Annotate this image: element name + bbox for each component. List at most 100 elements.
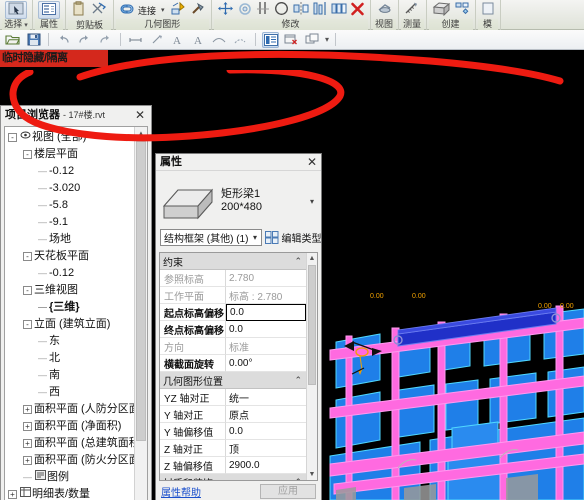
create-part-icon[interactable] <box>454 1 470 19</box>
property-value[interactable]: 标高 : 2.780 <box>226 287 306 304</box>
open-icon[interactable] <box>4 32 21 48</box>
property-row[interactable]: Y 轴对正 原点 <box>160 406 306 423</box>
tree-item[interactable]: + 明细表/数量 <box>5 486 134 500</box>
property-row[interactable]: 横截面旋转 0.00° <box>160 355 306 372</box>
expand-icon[interactable]: + <box>23 422 32 431</box>
dimension-label[interactable]: 0.00 <box>412 293 426 300</box>
type-selector-combobox[interactable]: 结构框架 (其他) (1) ▾ <box>160 229 263 246</box>
property-row[interactable]: 起点标高偏移 0.0 <box>160 304 306 321</box>
array-icon[interactable] <box>331 1 347 19</box>
callout-icon[interactable] <box>232 32 249 48</box>
property-value[interactable]: 标准 <box>226 338 306 355</box>
tree-item[interactable]: — -0.12 <box>5 163 134 180</box>
collapse-section-icon[interactable]: ⌃ <box>294 375 302 386</box>
property-row[interactable]: Y 轴偏移值 0.0 <box>160 423 306 440</box>
properties-section-header[interactable]: 材质和装饰 ⌃ <box>160 474 306 481</box>
dimension-label[interactable]: 0.00 <box>560 303 574 310</box>
tree-item[interactable]: — 图例 <box>5 469 134 486</box>
scroll-down-icon[interactable]: ▼ <box>307 469 317 480</box>
collapse-icon[interactable]: - <box>23 320 32 329</box>
expand-icon[interactable]: + <box>8 490 17 499</box>
apply-button[interactable]: 应用 <box>260 484 316 499</box>
dimension-label[interactable]: 0.00 <box>370 293 384 300</box>
temporary-hide-isolate-banner[interactable]: 临时隐藏/隔离 <box>0 50 108 67</box>
scrollbar-thumb[interactable] <box>308 265 316 385</box>
split-icon[interactable] <box>171 1 187 19</box>
expand-icon[interactable]: + <box>23 405 32 414</box>
property-value[interactable]: 0.0 <box>226 321 306 338</box>
property-row[interactable]: YZ 轴对正 统一 <box>160 389 306 406</box>
chevron-down-icon[interactable]: ▾ <box>24 22 28 29</box>
keynote-icon[interactable]: A <box>190 32 207 48</box>
model-icon[interactable] <box>481 1 495 19</box>
properties-scrollbar[interactable]: ▲ ▼ <box>306 253 317 480</box>
property-row[interactable]: 工作平面 标高 : 2.780 <box>160 287 306 304</box>
property-row[interactable]: Z 轴偏移值 2900.0 <box>160 457 306 474</box>
tree-item[interactable]: — {三维} <box>5 299 134 316</box>
chevron-down-icon[interactable]: ▾ <box>248 233 261 242</box>
tree-item[interactable]: — 北 <box>5 350 134 367</box>
dimension-label[interactable]: 0.00 <box>538 303 552 310</box>
property-value[interactable]: 2.780 <box>226 270 306 287</box>
close-icon[interactable]: ✕ <box>307 154 317 171</box>
tree-item[interactable]: - 立面 (建筑立面) <box>5 316 134 333</box>
property-row[interactable]: Z 轴对正顶 <box>160 440 306 457</box>
tree-item[interactable]: - 视图 (全部) <box>5 129 134 146</box>
property-row[interactable]: 方向 标准 <box>160 338 306 355</box>
save-icon[interactable] <box>25 32 42 48</box>
expand-icon[interactable]: + <box>23 456 32 465</box>
scroll-up-icon[interactable]: ▲ <box>307 253 317 264</box>
tree-item[interactable]: +面积平面 (防火分区面积) <box>5 452 134 469</box>
collapse-icon[interactable]: - <box>23 150 32 159</box>
delete-icon[interactable] <box>350 2 365 19</box>
create-group-icon[interactable] <box>432 1 451 19</box>
properties-section-header[interactable]: 几何图形位置 ⌃ <box>160 372 306 389</box>
tag-icon[interactable] <box>148 32 165 48</box>
property-value[interactable]: 2900.0 <box>226 457 306 474</box>
properties-grid[interactable]: 约束 ⌃ 参照标高 2.780 工作平面 标高 : 2.780 起点标高偏移 0.0 终点标高偏… <box>159 252 318 481</box>
switch-window-icon[interactable] <box>304 32 321 48</box>
property-value[interactable]: 顶 <box>226 440 306 457</box>
tree-item[interactable]: — -0.12 <box>5 265 134 282</box>
property-row[interactable]: 参照标高 2.780 <box>160 270 306 287</box>
properties-help-link[interactable]: 属性帮助 <box>161 484 201 499</box>
collapse-section-icon[interactable]: ⌃ <box>294 256 302 267</box>
property-value[interactable]: 统一 <box>226 389 306 406</box>
align-icon[interactable] <box>312 1 328 19</box>
cursor-select-icon[interactable] <box>5 1 27 19</box>
tree-item[interactable]: + 面积平面 (总建筑面积) <box>5 435 134 452</box>
chevron-down-icon[interactable]: ▾ <box>306 197 318 206</box>
join-icon[interactable] <box>119 2 135 19</box>
collapse-section-icon[interactable]: ⌃ <box>294 477 302 481</box>
circle-icon[interactable] <box>273 1 290 19</box>
properties-section-header[interactable]: 约束 ⌃ <box>160 253 306 270</box>
project-tree[interactable]: - 视图 (全部) - 楼层平面 — -0.12— -3.020— -5.8— -9.1— 场地 -… <box>5 129 134 500</box>
expand-icon[interactable]: + <box>23 439 32 448</box>
view-cut-icon[interactable] <box>376 1 393 19</box>
cut-icon[interactable] <box>90 1 108 20</box>
collapse-icon[interactable]: - <box>23 286 32 295</box>
demolish-icon[interactable] <box>190 1 206 19</box>
tree-item[interactable]: — -3.020 <box>5 180 134 197</box>
thin-lines-icon[interactable] <box>262 31 279 48</box>
tree-item[interactable]: — 东 <box>5 333 134 350</box>
scroll-up-icon[interactable]: ▲ <box>135 127 147 140</box>
text-icon[interactable]: A <box>169 32 186 48</box>
tree-item[interactable]: — -5.8 <box>5 197 134 214</box>
collapse-icon[interactable]: - <box>23 252 32 261</box>
chevron-down-icon[interactable]: ▾ <box>161 6 165 14</box>
move-icon[interactable] <box>217 1 234 19</box>
toolbar-overflow-caret[interactable]: ▾ <box>325 35 329 44</box>
section-icon[interactable] <box>211 32 228 48</box>
mirror-icon[interactable] <box>293 1 309 19</box>
properties-icon[interactable] <box>38 1 60 19</box>
tree-item[interactable]: - 三维视图 <box>5 282 134 299</box>
drawing-canvas[interactable]: 0.00 0.00 0.00 0.00 临时隐藏/隔离 项目浏览器 - 17#楼.rv… <box>0 50 584 500</box>
tree-item[interactable]: +面积平面 (人防分区面积) <box>5 401 134 418</box>
redo-icon[interactable] <box>76 32 93 48</box>
property-value-input-focused[interactable]: 0.0 <box>226 304 306 321</box>
measure-dim-icon[interactable] <box>127 32 144 48</box>
project-browser-scrollbar[interactable]: ▲ ▼ <box>134 127 147 500</box>
property-value[interactable]: 0.00° <box>226 355 306 372</box>
tree-item[interactable]: — 西 <box>5 384 134 401</box>
